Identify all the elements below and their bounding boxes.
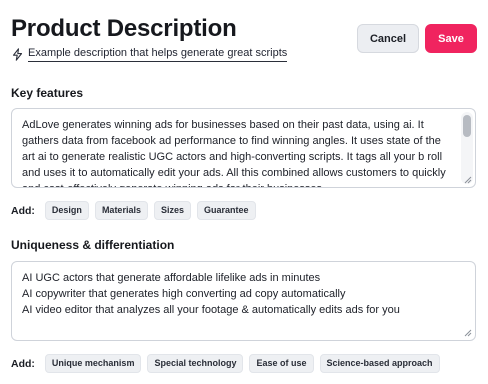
chip-sizes[interactable]: Sizes <box>153 201 191 220</box>
chip-science-based-approach[interactable]: Science-based approach <box>319 354 440 373</box>
chip-materials[interactable]: Materials <box>94 201 148 220</box>
key-features-add-row: Add: Design Materials Sizes Guarantee <box>11 201 256 220</box>
chip-design[interactable]: Design <box>44 201 89 220</box>
scrollbar-thumb[interactable] <box>463 115 471 137</box>
add-label: Add: <box>11 204 35 217</box>
example-description-link[interactable]: Example description that helps generate … <box>12 47 288 62</box>
key-features-label: Key features <box>11 86 84 100</box>
chip-special-technology[interactable]: Special technology <box>147 354 244 373</box>
uniqueness-label: Uniqueness & differentiation <box>11 238 175 252</box>
key-features-text: AdLove generates winning ads for busines… <box>22 119 446 187</box>
uniqueness-textarea[interactable]: AI UGC actors that generate affordable l… <box>11 261 476 341</box>
lightning-bolt-icon <box>12 48 23 61</box>
cancel-button[interactable]: Cancel <box>357 24 419 53</box>
resize-grip-icon[interactable] <box>463 328 472 337</box>
chip-guarantee[interactable]: Guarantee <box>196 201 256 220</box>
example-description-text: Example description that helps generate … <box>28 47 288 62</box>
page-header: Product Description Example description … <box>11 14 477 66</box>
page-title: Product Description <box>11 15 237 42</box>
key-features-scrollbar[interactable] <box>461 112 473 184</box>
add-label: Add: <box>11 357 35 370</box>
uniqueness-add-row: Add: Unique mechanism Special technology… <box>11 354 440 373</box>
chip-unique-mechanism[interactable]: Unique mechanism <box>44 354 142 373</box>
uniqueness-text: AI UGC actors that generate affordable l… <box>22 272 400 316</box>
resize-grip-icon[interactable] <box>463 175 472 184</box>
key-features-textarea[interactable]: AdLove generates winning ads for busines… <box>11 108 476 188</box>
save-button[interactable]: Save <box>425 24 477 53</box>
chip-ease-of-use[interactable]: Ease of use <box>249 354 314 373</box>
